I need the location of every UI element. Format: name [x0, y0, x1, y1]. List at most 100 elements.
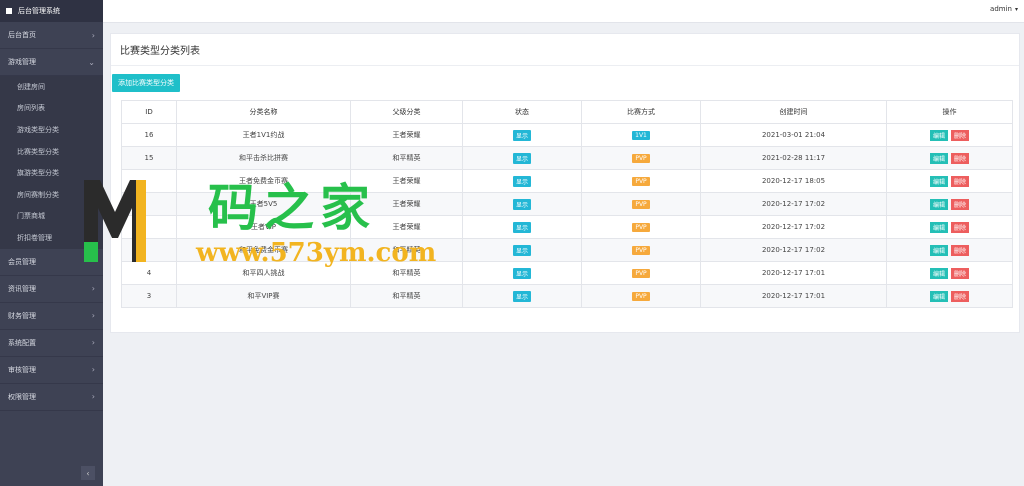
edit-button[interactable]: 编辑	[929, 290, 948, 302]
page-title: 比赛类型分类列表	[111, 34, 1019, 66]
table-row: 16 王者1V1约战 王者荣耀 显示 1V1 2021-03-01 21:04 编辑 删除	[121, 123, 1013, 147]
cell-name: 和平VIP赛	[176, 284, 351, 308]
delete-button[interactable]: 删除	[951, 290, 970, 302]
cell-parent: 和平精英	[350, 284, 463, 308]
sidebar-subitem[interactable]: 游戏类型分类	[0, 119, 103, 141]
delete-button[interactable]: 删除	[951, 129, 970, 141]
sidebar-item-label: 审核管理	[8, 365, 36, 374]
status-badge: 显示	[512, 152, 531, 164]
cell-actions: 编辑 删除	[886, 284, 1013, 308]
edit-button[interactable]: 编辑	[929, 244, 948, 256]
sidebar-item-label: 游戏管理	[8, 58, 36, 66]
watermark-text: 码之家	[208, 178, 376, 237]
cell-actions: 编辑 删除	[886, 215, 1013, 239]
cell-created: 2020-12-17 18:05	[700, 169, 887, 193]
delete-button[interactable]: 删除	[951, 198, 970, 210]
topbar: admin ▾	[103, 0, 1024, 23]
sidebar-item-home[interactable]: 后台首页 ›	[0, 22, 103, 49]
delete-button[interactable]: 删除	[951, 267, 970, 279]
delete-button[interactable]: 删除	[951, 221, 970, 233]
table-header-row: ID 分类名称 父级分类 状态 比赛方式 创建时间 操作	[121, 100, 1013, 124]
edit-button[interactable]: 编辑	[929, 152, 948, 164]
sidebar-item-games[interactable]: 游戏管理 ⌄	[0, 49, 103, 76]
cell-mode: PVP	[581, 215, 701, 239]
sidebar-subitem[interactable]: 比赛类型分类	[0, 141, 103, 163]
collapse-sidebar-button[interactable]: ‹	[81, 466, 95, 480]
cell-created: 2020-12-17 17:02	[700, 238, 887, 262]
mode-badge: PVP	[632, 245, 650, 255]
column-header: 父级分类	[350, 100, 463, 124]
table-row: 15 和平击杀比拼赛 和平精英 显示 PVP 2021-02-28 11:17 编辑 删除	[121, 146, 1013, 170]
cell-created: 2021-03-01 21:04	[700, 123, 887, 147]
cell-actions: 编辑 删除	[886, 146, 1013, 170]
column-header: 分类名称	[176, 100, 351, 124]
mode-badge: PVP	[632, 153, 650, 163]
cell-status: 显示	[462, 169, 582, 193]
chevron-right-icon: ›	[91, 30, 95, 40]
sidebar-item-label: 系统配置	[8, 338, 36, 347]
cell-mode: PVP	[581, 284, 701, 308]
sidebar-subitem[interactable]: 创建房间	[0, 76, 103, 98]
sidebar-item-permissions[interactable]: 权限管理 ›	[0, 384, 103, 411]
cell-actions: 编辑 删除	[886, 238, 1013, 262]
sidebar-item-news[interactable]: 资讯管理 ›	[0, 276, 103, 303]
chevron-right-icon: ›	[91, 311, 95, 321]
cell-mode: PVP	[581, 192, 701, 216]
cell-id: 15	[121, 146, 177, 170]
column-header: 操作	[886, 100, 1013, 124]
brand[interactable]: 后台管理系统	[0, 0, 103, 22]
cell-mode: 1V1	[581, 123, 701, 147]
cell-mode: PVP	[581, 146, 701, 170]
sidebar-subitem[interactable]: 房间列表	[0, 98, 103, 120]
cell-created: 2020-12-17 17:01	[700, 284, 887, 308]
watermark-logo	[84, 180, 146, 262]
user-menu[interactable]: admin ▾	[990, 5, 1018, 13]
edit-button[interactable]: 编辑	[929, 221, 948, 233]
sidebar-item-label: 财务管理	[8, 311, 36, 320]
sidebar-item-label: 后台首页	[8, 31, 36, 39]
status-badge: 显示	[512, 290, 531, 302]
sidebar-item-label: 会员管理	[8, 257, 36, 266]
cell-created: 2021-02-28 11:17	[700, 146, 887, 170]
mode-badge: PVP	[632, 199, 650, 209]
cell-mode: PVP	[581, 238, 701, 262]
delete-button[interactable]: 删除	[951, 152, 970, 164]
cell-status: 显示	[462, 123, 582, 147]
edit-button[interactable]: 编辑	[929, 175, 948, 187]
mode-badge: PVP	[632, 291, 650, 301]
cell-id: 16	[121, 123, 177, 147]
cell-status: 显示	[462, 284, 582, 308]
delete-button[interactable]: 删除	[951, 175, 970, 187]
edit-button[interactable]: 编辑	[929, 129, 948, 141]
cell-created: 2020-12-17 17:01	[700, 261, 887, 285]
status-badge: 显示	[512, 175, 531, 187]
status-badge: 显示	[512, 129, 531, 141]
add-category-button[interactable]: 添加比赛类型分类	[112, 74, 180, 92]
status-badge: 显示	[512, 244, 531, 256]
cell-parent: 和平精英	[350, 146, 463, 170]
caret-down-icon: ▾	[1014, 5, 1018, 13]
status-badge: 显示	[512, 198, 531, 210]
cell-status: 显示	[462, 192, 582, 216]
table-row: 3 和平VIP赛 和平精英 显示 PVP 2020-12-17 17:01 编辑 删除	[121, 284, 1013, 308]
cell-parent: 王者荣耀	[350, 123, 463, 147]
chevron-right-icon: ›	[91, 392, 95, 402]
edit-button[interactable]: 编辑	[929, 267, 948, 279]
edit-button[interactable]: 编辑	[929, 198, 948, 210]
sidebar-item-audit[interactable]: 审核管理 ›	[0, 357, 103, 384]
status-badge: 显示	[512, 221, 531, 233]
sidebar-item-system[interactable]: 系统配置 ›	[0, 330, 103, 357]
brand-title: 后台管理系统	[18, 7, 60, 15]
cell-actions: 编辑 删除	[886, 169, 1013, 193]
column-header: 比赛方式	[581, 100, 701, 124]
cell-created: 2020-12-17 17:02	[700, 215, 887, 239]
sidebar-item-finance[interactable]: 财务管理 ›	[0, 303, 103, 330]
cell-mode: PVP	[581, 169, 701, 193]
cell-mode: PVP	[581, 261, 701, 285]
cell-status: 显示	[462, 261, 582, 285]
delete-button[interactable]: 删除	[951, 244, 970, 256]
status-badge: 显示	[512, 267, 531, 279]
chevron-right-icon: ›	[91, 365, 95, 375]
cell-actions: 编辑 删除	[886, 123, 1013, 147]
watermark-url: www.573ym.com	[196, 238, 437, 268]
